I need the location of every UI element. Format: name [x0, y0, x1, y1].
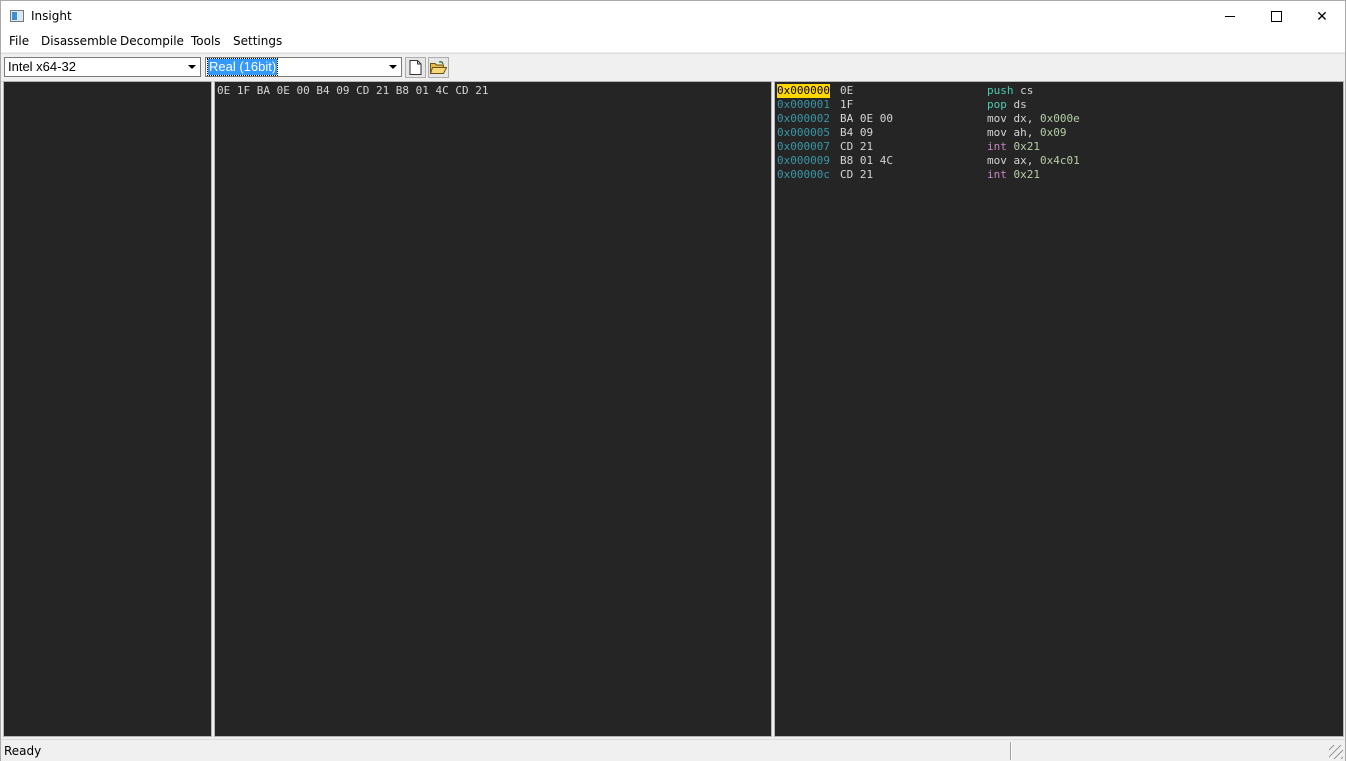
maximize-button[interactable] [1253, 1, 1299, 32]
instruction-immediate: 0x21 [1013, 168, 1041, 181]
instruction-operands: ah, [1013, 126, 1040, 139]
new-file-icon [409, 60, 422, 75]
instruction-address: 0x000001 [777, 98, 830, 111]
instruction-immediate: 0x000e [1040, 112, 1080, 125]
instruction-text: mov ax, 0x4c01 [987, 154, 1080, 168]
close-icon: ✕ [1316, 8, 1328, 25]
app-window-icon [10, 10, 24, 22]
open-file-button[interactable] [428, 57, 449, 78]
instruction-text: pop ds [987, 98, 1027, 112]
menu-tools[interactable]: Tools [191, 34, 221, 48]
instruction-operands: ax, [1013, 154, 1040, 167]
navigation-pane[interactable] [3, 81, 212, 737]
instruction-mnemonic: int [987, 168, 1007, 181]
instruction-immediate: 0x09 [1040, 126, 1067, 139]
mode-select[interactable]: Real (16bit) [205, 57, 402, 77]
instruction-text: mov dx, 0x000e [987, 112, 1080, 126]
status-divider [1010, 742, 1012, 760]
instruction-address: 0x000007 [777, 140, 830, 153]
minimize-icon [1225, 16, 1235, 17]
architecture-select[interactable]: Intel x64-32 [4, 57, 201, 77]
instruction-address: 0x00000c [777, 168, 830, 181]
new-file-button[interactable] [405, 57, 426, 78]
instruction-bytes: 1F [840, 98, 854, 111]
minimize-button[interactable] [1207, 1, 1253, 32]
maximize-icon [1270, 11, 1282, 22]
instruction-bytes: BA 0E 00 [840, 112, 893, 125]
status-bar: Ready [1, 739, 1345, 761]
instruction-operands: dx, [1013, 112, 1040, 125]
instruction-bytes: B8 01 4C [840, 154, 893, 167]
instruction-operands: cs [1020, 84, 1034, 97]
instruction-immediate: 0x21 [1013, 140, 1041, 153]
title-bar[interactable]: Insight ✕ [1, 1, 1345, 32]
toolbar: Intel x64-32 Real (16bit) [1, 53, 1345, 82]
disassembly-pane[interactable]: 0x000000 0E push cs 0x000001 1F pop ds 0x00000… [774, 81, 1344, 737]
instruction-address: 0x000005 [777, 126, 830, 139]
resize-grip-icon[interactable] [1329, 745, 1343, 759]
app-window: Insight ✕ File Disassemble Decompile Too… [0, 0, 1346, 761]
instruction-mnemonic: mov [987, 154, 1007, 167]
instruction-text: mov ah, 0x09 [987, 126, 1067, 140]
instruction-mnemonic: pop [987, 98, 1007, 111]
instruction-immediate: 0x4c01 [1040, 154, 1080, 167]
instruction-mnemonic: push [987, 84, 1014, 97]
instruction-mnemonic: int [987, 140, 1007, 153]
chevron-down-icon[interactable] [184, 58, 200, 76]
instruction-mnemonic: mov [987, 112, 1007, 125]
instruction-bytes: 0E [840, 84, 854, 97]
menu-disassemble[interactable]: Disassemble [41, 34, 117, 48]
status-text: Ready [4, 744, 42, 758]
instruction-operands: ds [1013, 98, 1027, 111]
menu-file[interactable]: File [9, 34, 29, 48]
menu-decompile[interactable]: Decompile [120, 34, 184, 48]
instruction-text: int 0x21 [987, 140, 1040, 154]
instruction-address: 0x000009 [777, 154, 830, 167]
instruction-address: 0x000000 [777, 84, 830, 98]
mode-select-value: Real (16bit) [206, 58, 279, 76]
hex-view-pane[interactable]: 0E 1F BA 0E 00 B4 09 CD 21 B8 01 4C CD 2… [214, 81, 772, 737]
hex-bytes: 0E 1F BA 0E 00 B4 09 CD 21 B8 01 4C CD 2… [217, 84, 489, 97]
close-button[interactable]: ✕ [1299, 1, 1345, 32]
instruction-address: 0x000002 [777, 112, 830, 125]
instruction-bytes: CD 21 [840, 140, 874, 153]
instruction-text: push cs [987, 84, 1033, 98]
chevron-down-icon[interactable] [385, 58, 401, 76]
window-title: Insight [31, 9, 72, 23]
architecture-select-value: Intel x64-32 [8, 59, 76, 74]
open-folder-icon [430, 60, 447, 74]
instruction-mnemonic: mov [987, 126, 1007, 139]
instruction-bytes: CD 21 [840, 168, 874, 181]
menu-settings[interactable]: Settings [233, 34, 282, 48]
menu-bar: File Disassemble Decompile Tools Setting… [1, 32, 1345, 53]
instruction-bytes: B4 09 [840, 126, 874, 139]
instruction-text: int 0x21 [987, 168, 1040, 182]
